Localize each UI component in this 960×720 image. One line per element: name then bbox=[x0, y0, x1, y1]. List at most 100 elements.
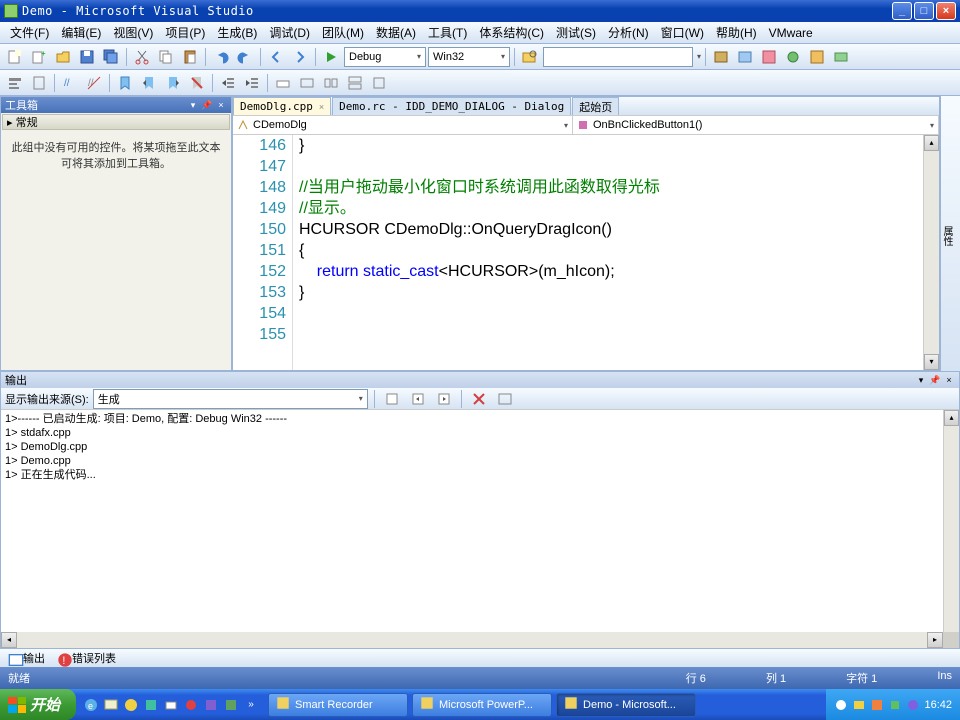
output-clear-button[interactable] bbox=[468, 388, 490, 410]
menu-体系结构C[interactable]: 体系结构(C) bbox=[473, 24, 550, 41]
toolbox-close-button[interactable]: × bbox=[215, 99, 227, 111]
tb2-b[interactable] bbox=[28, 72, 50, 94]
ql-d[interactable] bbox=[142, 694, 160, 716]
copy-button[interactable] bbox=[155, 46, 177, 68]
editor-tab[interactable]: 起始页 bbox=[572, 97, 619, 115]
toolbox-group-general[interactable]: ▸ 常规 bbox=[2, 114, 230, 130]
output-prev-button[interactable] bbox=[407, 388, 429, 410]
output-text[interactable]: 1>------ 已启动生成: 项目: Demo, 配置: Debug Win3… bbox=[1, 410, 943, 632]
tb2-j[interactable] bbox=[296, 72, 318, 94]
btn-c[interactable] bbox=[758, 46, 780, 68]
tb2-a[interactable] bbox=[4, 72, 26, 94]
ql-g[interactable] bbox=[202, 694, 220, 716]
output-hscroll[interactable]: ◂▸ bbox=[1, 632, 959, 648]
start-button[interactable]: 开始 bbox=[0, 689, 76, 720]
bottom-tab-err[interactable]: !错误列表 bbox=[53, 650, 120, 666]
ql-ie-icon[interactable]: e bbox=[82, 694, 100, 716]
add-item-button[interactable]: + bbox=[28, 46, 50, 68]
minimize-button[interactable]: _ bbox=[892, 2, 912, 20]
right-sidebar-strip[interactable]: 属性 bbox=[940, 96, 960, 371]
tb2-m[interactable] bbox=[368, 72, 390, 94]
nav-fwd-button[interactable] bbox=[289, 46, 311, 68]
menu-文件F[interactable]: 文件(F) bbox=[4, 24, 55, 41]
uncomment-button[interactable]: // bbox=[83, 72, 105, 94]
ql-h[interactable] bbox=[222, 694, 240, 716]
btn-a[interactable] bbox=[710, 46, 732, 68]
menu-生成B[interactable]: 生成(B) bbox=[211, 24, 263, 41]
redo-button[interactable] bbox=[234, 46, 256, 68]
ql-i[interactable]: » bbox=[242, 694, 260, 716]
menu-视图V[interactable]: 视图(V) bbox=[107, 24, 159, 41]
tray-clock[interactable]: 16:42 bbox=[924, 699, 952, 711]
bookmark-button[interactable] bbox=[114, 72, 136, 94]
find-input[interactable] bbox=[543, 47, 693, 67]
output-next-button[interactable] bbox=[433, 388, 455, 410]
function-dropdown[interactable]: OnBnClickedButton1()▾ bbox=[573, 116, 939, 134]
close-button[interactable]: × bbox=[936, 2, 956, 20]
nav-back-button[interactable] bbox=[265, 46, 287, 68]
system-tray[interactable]: 16:42 bbox=[826, 689, 960, 720]
save-all-button[interactable] bbox=[100, 46, 122, 68]
config-combo[interactable]: Debug▾ bbox=[344, 47, 426, 67]
editor-tab[interactable]: DemoDlg.cpp× bbox=[233, 97, 331, 115]
start-debug-button[interactable] bbox=[320, 46, 342, 68]
output-wrap-button[interactable] bbox=[494, 388, 516, 410]
menu-帮助H[interactable]: 帮助(H) bbox=[710, 24, 763, 41]
tb2-i[interactable] bbox=[272, 72, 294, 94]
btn-f[interactable] bbox=[830, 46, 852, 68]
cut-button[interactable] bbox=[131, 46, 153, 68]
platform-combo[interactable]: Win32▾ bbox=[428, 47, 510, 67]
ql-e[interactable] bbox=[162, 694, 180, 716]
taskbar-button[interactable]: Smart Recorder bbox=[268, 693, 408, 717]
output-vscroll[interactable]: ▴ bbox=[943, 410, 959, 632]
menu-编辑E[interactable]: 编辑(E) bbox=[55, 24, 107, 41]
btn-e[interactable] bbox=[806, 46, 828, 68]
toolbox-dropdown-button[interactable]: ▾ bbox=[187, 99, 199, 111]
tray-e-icon[interactable] bbox=[906, 698, 920, 712]
taskbar-button[interactable]: Demo - Microsoft... bbox=[556, 693, 696, 717]
menu-窗口W[interactable]: 窗口(W) bbox=[655, 24, 710, 41]
menu-测试S[interactable]: 测试(S) bbox=[550, 24, 602, 41]
ql-f[interactable] bbox=[182, 694, 200, 716]
clear-bookmarks-button[interactable] bbox=[186, 72, 208, 94]
tray-d-icon[interactable] bbox=[888, 698, 902, 712]
output-source-combo[interactable]: 生成▾ bbox=[93, 389, 368, 409]
menu-数据A[interactable]: 数据(A) bbox=[370, 24, 422, 41]
prev-bookmark-button[interactable] bbox=[138, 72, 160, 94]
properties-tab[interactable]: 属性 bbox=[939, 226, 954, 246]
code-area[interactable]: 146147148149150151152153154155 }//当用户拖动最… bbox=[233, 135, 939, 370]
output-dropdown-button[interactable]: ▾ bbox=[915, 374, 927, 386]
menu-分析N[interactable]: 分析(N) bbox=[602, 24, 655, 41]
toolbox-pin-button[interactable]: 📌 bbox=[201, 99, 213, 111]
indent-button[interactable] bbox=[217, 72, 239, 94]
btn-b[interactable] bbox=[734, 46, 756, 68]
menu-工具T[interactable]: 工具(T) bbox=[422, 24, 473, 41]
find-in-files-button[interactable] bbox=[519, 46, 541, 68]
menu-项目P[interactable]: 项目(P) bbox=[159, 24, 211, 41]
ql-desktop-icon[interactable] bbox=[102, 694, 120, 716]
undo-button[interactable] bbox=[210, 46, 232, 68]
editor-vscroll[interactable]: ▴ ▾ bbox=[923, 135, 939, 370]
save-button[interactable] bbox=[76, 46, 98, 68]
output-pin-button[interactable]: 📌 bbox=[929, 374, 941, 386]
output-goto-button[interactable] bbox=[381, 388, 403, 410]
tb2-l[interactable] bbox=[344, 72, 366, 94]
paste-button[interactable] bbox=[179, 46, 201, 68]
tab-close-icon[interactable]: × bbox=[319, 102, 324, 112]
tb2-k[interactable] bbox=[320, 72, 342, 94]
taskbar-button[interactable]: Microsoft PowerP... bbox=[412, 693, 552, 717]
tray-c-icon[interactable] bbox=[870, 698, 884, 712]
maximize-button[interactable]: □ bbox=[914, 2, 934, 20]
ql-c[interactable] bbox=[122, 694, 140, 716]
tray-b-icon[interactable] bbox=[852, 698, 866, 712]
comment-button[interactable]: // bbox=[59, 72, 81, 94]
new-project-button[interactable] bbox=[4, 46, 26, 68]
bottom-tab-out[interactable]: 输出 bbox=[4, 650, 49, 666]
menu-调试D[interactable]: 调试(D) bbox=[263, 24, 316, 41]
output-close-button[interactable]: × bbox=[943, 374, 955, 386]
tray-a-icon[interactable] bbox=[834, 698, 848, 712]
next-bookmark-button[interactable] bbox=[162, 72, 184, 94]
menu-VMware[interactable]: VMware bbox=[763, 26, 819, 40]
menu-团队M[interactable]: 团队(M) bbox=[316, 24, 370, 41]
editor-tab[interactable]: Demo.rc - IDD_DEMO_DIALOG - Dialog bbox=[332, 97, 571, 115]
